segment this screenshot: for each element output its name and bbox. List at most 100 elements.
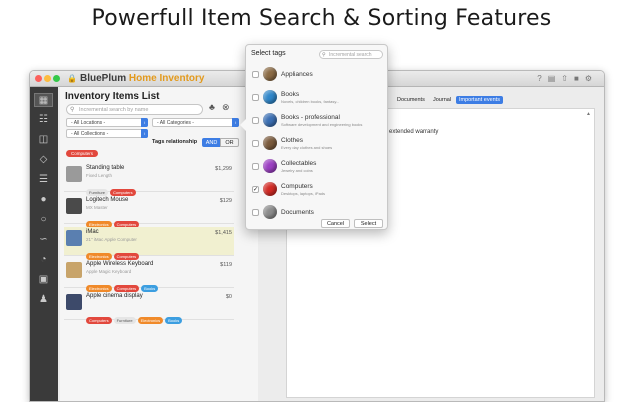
select-arrow-icon: ↕ [141, 129, 148, 138]
share-icon[interactable]: ⇧ [561, 74, 574, 83]
user-icon[interactable]: ♟ [36, 293, 51, 307]
tag-name: Clothes [281, 137, 304, 144]
item-thumbnail [66, 198, 82, 214]
tab-journal[interactable]: Journal [430, 96, 454, 104]
tag-description: Novels, children books, fantasy... [281, 99, 340, 104]
pie-icon[interactable]: ◔ [36, 253, 51, 267]
lock-icon[interactable]: ■ [574, 74, 585, 83]
item-subtitle: 21" iMac Apple Computer [86, 237, 137, 242]
location-icon[interactable]: ☷ [36, 113, 51, 127]
item-search-input[interactable]: ⚲ Incremental search by name [66, 104, 203, 115]
list-item[interactable]: Standing table Fixed Length $1,299 Furnitur… [64, 163, 234, 196]
popover-title: Select tags [251, 50, 286, 57]
app-title: BluePlum Home Inventory [80, 73, 204, 84]
list-item[interactable]: Apple cinema display $0 Computers Furniture… [64, 291, 234, 324]
close-window-button[interactable] [35, 75, 42, 82]
minimize-window-button[interactable] [44, 75, 51, 82]
tag-checkbox[interactable] [252, 140, 259, 147]
active-filter-tag[interactable]: Computers [66, 150, 99, 157]
item-price: $1,299 [215, 166, 232, 172]
tag-name: Appliances [281, 71, 313, 78]
list-item[interactable]: Apple Wireless Keyboard Apple Magic Keybo… [64, 259, 234, 292]
tag-description: Software development and engineering boo… [281, 122, 363, 127]
tag-checkbox[interactable] [252, 163, 259, 170]
select-arrow-icon: ↕ [141, 118, 148, 127]
tag-option[interactable]: Clothes Every day clothes and shoes [246, 133, 387, 156]
item-price: $0 [225, 294, 232, 300]
tag-color-icon [263, 90, 277, 104]
tag-color-icon [263, 182, 277, 196]
item-subtitle: Apple Magic Keyboard [86, 269, 132, 274]
tag-option[interactable]: Books - professional Software development… [246, 110, 387, 133]
select-tags-popover: Select tags ⚲ Incremental search Applian… [240, 44, 388, 230]
tag-color-icon [263, 113, 277, 127]
tag-description: Desktops, laptops, iPads [281, 191, 326, 196]
tag-option[interactable]: Books Novels, children books, fantasy... [246, 87, 387, 110]
item-tags: Computers Furniture Electronics Books [86, 309, 184, 327]
item-tag[interactable]: Furniture [113, 317, 136, 324]
tag-name: Books [281, 91, 300, 98]
gear-icon[interactable]: ⚙ [585, 74, 598, 83]
tag-option[interactable]: ✓ Computers Desktops, laptops, iPads [246, 179, 387, 202]
item-tag[interactable]: Computers [86, 317, 112, 324]
categories-select[interactable]: - All Categories - ↕ [152, 118, 239, 127]
stack-icon[interactable]: ☰ [36, 173, 51, 187]
list-title: Inventory Items List [65, 91, 160, 102]
document-icon[interactable]: ▤ [548, 74, 562, 83]
pin-icon[interactable]: ● [36, 193, 51, 207]
select-button[interactable]: Select [354, 219, 383, 228]
collections-select[interactable]: - All Collections - ↕ [66, 129, 148, 138]
or-toggle[interactable]: OR [220, 138, 239, 147]
list-item[interactable]: Logitech Mouse MX Master $129 Electronics Co… [64, 195, 234, 228]
search-icon: ⚲ [70, 107, 75, 113]
item-subtitle: MX Master [86, 205, 108, 210]
tag-checkbox[interactable]: ✓ [252, 186, 259, 193]
item-tag[interactable]: Books [165, 317, 183, 324]
help-icon[interactable]: ? [537, 74, 547, 83]
item-price: $129 [219, 198, 232, 204]
tag-option[interactable]: Appliances [246, 64, 387, 87]
search-icon: ⚲ [322, 52, 326, 58]
tag-name: Computers [281, 183, 313, 190]
list-item[interactable]: iMac 21" iMac Apple Computer $1,415 Electro… [64, 227, 234, 260]
rooms-icon[interactable]: ◫ [36, 133, 51, 147]
item-name: Logitech Mouse [86, 197, 129, 203]
collapse-icon[interactable]: ▲ [586, 111, 591, 117]
zoom-window-button[interactable] [53, 75, 60, 82]
item-subtitle: Fixed Length [86, 173, 113, 178]
headline: Powerfull Item Search & Sorting Features [91, 6, 552, 31]
stamp-icon[interactable]: ♣ [209, 102, 215, 112]
tag-checkbox[interactable] [252, 209, 259, 216]
item-tag[interactable]: Electronics [137, 317, 164, 324]
item-thumbnail [66, 166, 82, 182]
sidebar: ▦ ☷ ◫ ◇ ☰ ● ○ ∽ ◔ ▣ ♟ [30, 87, 58, 401]
tab-documents[interactable]: Documents [394, 96, 428, 104]
tag-description: Every day clothes and shoes [281, 145, 333, 150]
tag-name: Collectables [281, 160, 317, 167]
inventory-list-panel: Inventory Items List ⚲ Incremental searc… [60, 87, 270, 401]
clear-icon[interactable]: ⊗ [222, 102, 230, 113]
cancel-button[interactable]: Cancel [321, 219, 350, 228]
tag-checkbox[interactable] [252, 117, 259, 124]
tag-option[interactable]: Collectables Jewelry and coins [246, 156, 387, 179]
item-price: $119 [220, 262, 232, 268]
tag-checkbox[interactable] [252, 71, 259, 78]
and-toggle[interactable]: AND [202, 138, 221, 147]
tags-icon[interactable]: ◇ [36, 153, 51, 167]
search-placeholder: Incremental search by name [79, 107, 149, 113]
locations-select[interactable]: - All Locations - ↕ [66, 118, 148, 127]
app-title-part2: Home Inventory [128, 73, 205, 84]
lock-icon[interactable]: 🔒 [67, 74, 77, 83]
inventory-icon[interactable]: ▦ [34, 93, 53, 107]
tab-important-events[interactable]: Important events [456, 96, 503, 104]
tag-search-input[interactable]: ⚲ Incremental search [319, 50, 383, 59]
tag-color-icon [263, 67, 277, 81]
warranty-icon[interactable]: ○ [36, 213, 51, 227]
contacts-icon[interactable]: ▣ [36, 273, 51, 287]
tag-name: Books - professional [281, 114, 340, 121]
tag-checkbox[interactable] [252, 94, 259, 101]
item-price: $1,415 [215, 230, 232, 236]
warranty-text: extended warranty [389, 129, 439, 135]
toolbar-icons: ?▤⇧■⚙ [537, 74, 598, 83]
chart-icon[interactable]: ∽ [36, 233, 51, 247]
